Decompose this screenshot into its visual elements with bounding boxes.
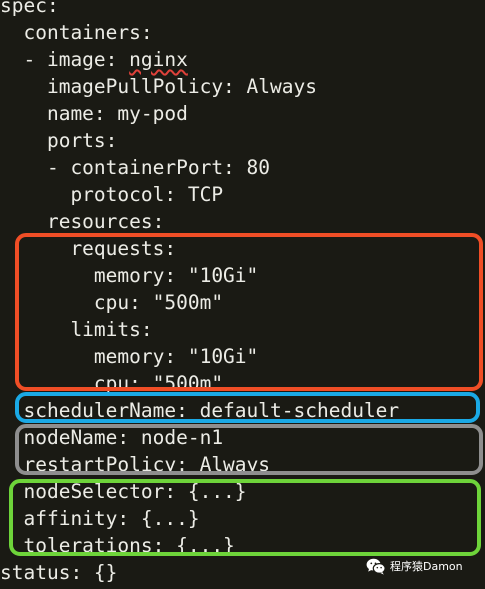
- yaml-line-spec: spec:: [0, 0, 59, 17]
- wechat-icon: [366, 558, 386, 575]
- node-highlight-box: [15, 424, 483, 475]
- yaml-line-resources: resources:: [0, 210, 165, 233]
- yaml-line-ports: ports:: [0, 129, 118, 152]
- yaml-line-image: - image: nginx: [0, 46, 188, 73]
- yaml-line-status: status: {}: [0, 561, 118, 584]
- yaml-line-container-port: - containerPort: 80: [0, 156, 271, 179]
- yaml-line-containers: containers:: [0, 21, 153, 44]
- scheduler-highlight-box: [15, 392, 480, 423]
- selector-highlight-box: [9, 479, 481, 556]
- watermark-text: 程序猿Damon: [390, 560, 463, 573]
- yaml-line-image-pull-policy: imagePullPolicy: Always: [0, 75, 317, 98]
- watermark: 程序猿Damon: [366, 556, 463, 576]
- yaml-image-key: - image:: [0, 48, 130, 71]
- yaml-line-name: name: my-pod: [0, 102, 188, 125]
- yaml-line-protocol: protocol: TCP: [0, 183, 224, 206]
- resources-highlight-box: [15, 233, 483, 391]
- spellcheck-underline-nginx: nginx: [129, 48, 188, 71]
